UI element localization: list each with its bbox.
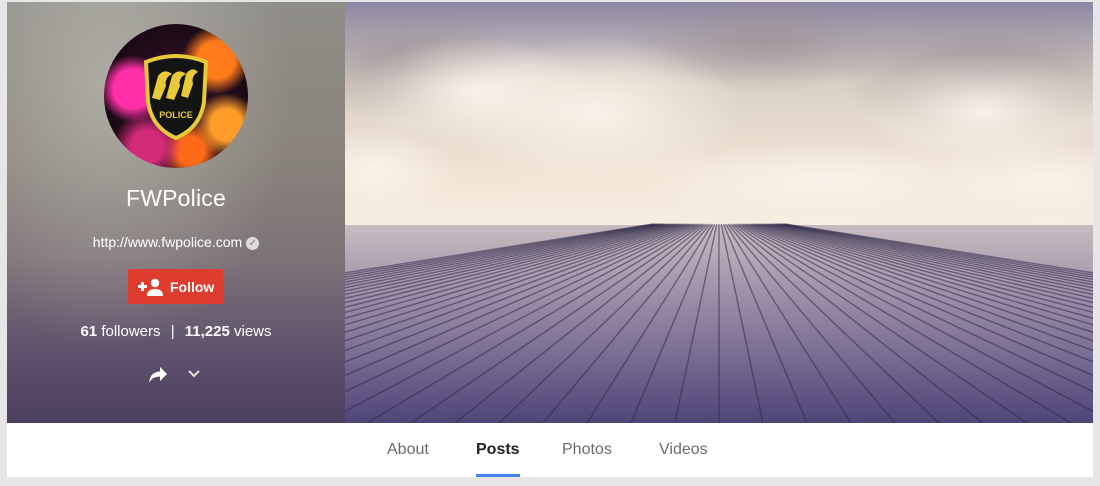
- police-badge-logo: POLICE: [143, 54, 209, 141]
- avatar[interactable]: POLICE: [104, 24, 248, 168]
- profile-sidebar: POLICE FWPolice http://www.fwpolice.com ✓…: [7, 2, 345, 423]
- website-link[interactable]: http://www.fwpolice.com: [93, 234, 242, 250]
- tab-photos[interactable]: Photos: [562, 441, 612, 459]
- cover-photo[interactable]: [345, 2, 1093, 423]
- share-icon[interactable]: [148, 366, 168, 384]
- follow-label: Follow: [170, 279, 215, 295]
- views-label: views: [234, 323, 272, 340]
- views-count: 11,225: [184, 323, 230, 340]
- profile-name: FWPolice: [125, 185, 226, 211]
- cover-image-sky-boardwalk: [345, 2, 1093, 423]
- chevron-down-icon[interactable]: [187, 368, 201, 380]
- tab-about[interactable]: About: [387, 441, 429, 459]
- follow-button[interactable]: Follow: [128, 269, 223, 304]
- active-tab-indicator: [476, 474, 520, 477]
- tab-videos[interactable]: Videos: [659, 441, 708, 459]
- followers-label: followers: [101, 323, 161, 340]
- followers-count: 61: [80, 323, 98, 340]
- profile-stats: 61 followers | 11,225 views: [7, 323, 345, 340]
- website-link-row: http://www.fwpolice.com ✓: [7, 234, 345, 250]
- profile-card: POLICE FWPolice http://www.fwpolice.com ✓…: [7, 2, 1093, 477]
- tab-posts[interactable]: Posts: [476, 441, 520, 459]
- check-circle-icon: ✓: [246, 237, 260, 250]
- add-person-icon: [138, 278, 163, 296]
- stats-separator: |: [170, 323, 175, 340]
- badge-text: POLICE: [159, 110, 193, 120]
- profile-tabs: About Posts Photos Videos: [7, 423, 1093, 477]
